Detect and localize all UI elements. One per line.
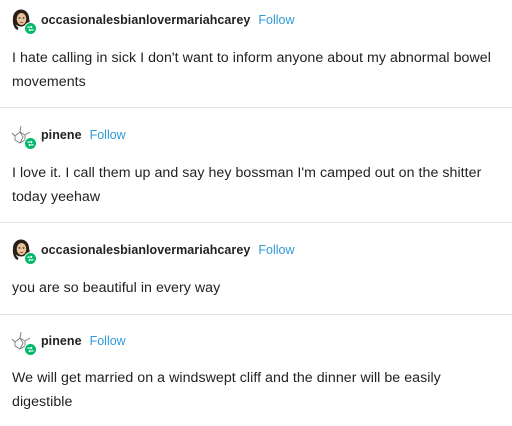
follow-button[interactable]: Follow [90,128,126,142]
follow-button[interactable]: Follow [258,13,294,27]
post-text: I hate calling in sick I don't want to i… [12,50,491,90]
woman-portrait-avatar-icon[interactable] [11,239,37,265]
molecule-avatar-icon[interactable] [11,124,37,150]
post-header: pinene Follow [11,327,126,356]
post-text: you are so beautiful in every way [12,280,221,296]
post-header: occasionalesbianlovermariahcarey Follow [11,6,294,35]
username-link[interactable]: pinene [41,128,82,142]
post-header: pinene Follow [11,121,126,150]
follow-button[interactable]: Follow [258,243,294,257]
post-text: We will get married on a windswept cliff… [12,370,441,410]
thread-post: occasionalesbianlovermariahcarey Follow … [0,0,512,108]
username-link[interactable]: occasionalesbianlovermariahcarey [41,13,250,27]
reblog-thread: occasionalesbianlovermariahcarey Follow … [0,0,512,426]
post-text: I love it. I call them up and say hey bo… [12,165,482,205]
thread-post: pinene Follow We will get married on a w… [0,315,512,426]
reblog-badge-icon [24,343,37,356]
username-link[interactable]: pinene [41,334,82,348]
username-link[interactable]: occasionalesbianlovermariahcarey [41,243,250,257]
reblog-badge-icon [24,252,37,265]
reblog-badge-icon [24,22,37,35]
woman-portrait-avatar-icon[interactable] [11,9,37,35]
post-header: occasionalesbianlovermariahcarey Follow [11,236,294,265]
follow-button[interactable]: Follow [90,334,126,348]
thread-post: occasionalesbianlovermariahcarey Follow … [0,223,512,315]
reblog-badge-icon [24,137,37,150]
molecule-avatar-icon[interactable] [11,330,37,356]
thread-post: pinene Follow I love it. I call them up … [0,108,512,223]
